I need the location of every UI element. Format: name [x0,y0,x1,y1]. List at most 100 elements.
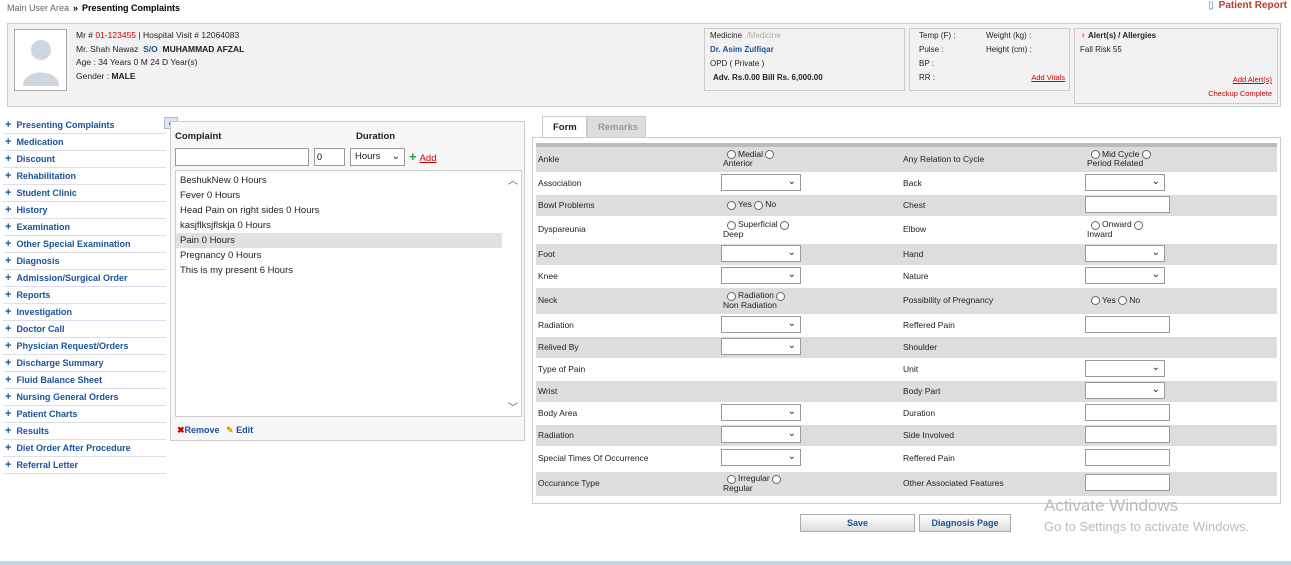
radio-button[interactable] [1091,296,1100,306]
add-alert-link[interactable]: Add Alert(s) [1233,73,1272,87]
list-item-selected[interactable]: Pain 0 Hours [176,233,502,248]
radio-button[interactable] [1141,150,1151,160]
side-involved-label: Side Involved [901,424,1083,447]
radio-button[interactable] [765,150,775,160]
bowl-radio-group[interactable]: Yes No [719,194,901,217]
list-item[interactable]: Fever 0 Hours [176,188,502,203]
edit-button[interactable]: ✎ Edit [226,425,253,436]
duration-input[interactable] [314,148,345,166]
sidebar-item-physician-request[interactable]: + Physician Request/Orders [3,338,166,355]
other-features-input[interactable] [1085,474,1170,491]
sidebar-item-discount[interactable]: + Discount [3,151,166,168]
foot-select[interactable]: ⌄ [721,244,801,262]
add-complaint-button[interactable]: + Add [409,149,437,164]
sidebar-item-referral-letter[interactable]: + Referral Letter [3,457,166,474]
complaint-input[interactable] [175,148,309,166]
sidebar-item-doctor-call[interactable]: + Doctor Call [3,321,166,338]
sidebar-item-medication[interactable]: + Medication [3,134,166,151]
radio-button[interactable] [727,200,736,210]
list-item[interactable]: Head Pain on right sides 0 Hours [176,203,502,218]
body-part-select[interactable]: ⌄ [1085,381,1165,399]
special-times-select[interactable]: ⌄ [721,449,801,466]
sidebar-item-rehabilitation[interactable]: + Rehabilitation [3,168,166,185]
radio-button[interactable] [772,474,782,484]
sidebar-item-reports[interactable]: + Reports [3,287,166,304]
ankle-radio-group[interactable]: Medial Anterior [719,145,901,173]
sidebar-item-history[interactable]: + History [3,202,166,219]
chevron-down-icon: ⌄ [787,405,796,417]
neck-radio-group[interactable]: Radiation Non Radiation [719,287,901,315]
complaint-label: Complaint [175,131,222,142]
elbow-radio-group[interactable]: Onward Inward [1083,216,1277,244]
reffered-pain-2-input[interactable] [1085,449,1170,466]
chevron-up-icon[interactable]: ︿ [508,172,518,187]
radiation-2-label: Radiation [536,424,719,447]
save-button[interactable]: Save [800,514,915,532]
tab-remarks[interactable]: Remarks [587,116,646,137]
dyspareunia-radio-group[interactable]: Superficial Deep [719,216,901,244]
radio-button[interactable] [776,291,786,301]
radio-button[interactable] [780,220,790,230]
plus-icon: + [5,408,12,420]
duration-field-input[interactable] [1085,403,1170,421]
radio-button[interactable] [1134,220,1144,230]
complaint-list[interactable]: BeshukNew 0 Hours Fever 0 Hours Head Pai… [175,170,522,417]
patient-info: Mr # 01-123455 | Hospital Visit # 120640… [76,29,244,83]
sidebar-item-patient-charts[interactable]: + Patient Charts [3,406,166,423]
sidebar-item-student-clinic[interactable]: + Student Clinic [3,185,166,202]
association-select[interactable]: ⌄ [721,173,801,191]
pregnancy-radio-group[interactable]: Yes No [1083,287,1277,315]
sidebar-item-examination[interactable]: + Examination [3,219,166,236]
temp-label: Temp (F) : [919,31,956,40]
list-item[interactable]: Pregnancy 0 Hours [176,248,502,263]
reffered-pain-label: Reffered Pain [901,314,1083,337]
back-select[interactable]: ⌄ [1085,173,1165,191]
unit-select[interactable]: ⌄ [1085,359,1165,377]
duration-unit-select[interactable]: Hours ⌄ [350,148,405,166]
person-silhouette-icon [22,40,59,86]
sidebar-item-fluid-balance[interactable]: + Fluid Balance Sheet [3,372,166,389]
chevron-down-icon[interactable]: ﹀ [508,399,518,414]
sidebar-item-admission[interactable]: + Admission/Surgical Order [3,270,166,287]
sidebar-item-presenting-complaints[interactable]: + Presenting Complaints [3,117,166,134]
list-item[interactable]: kasjflksjflskja 0 Hours [176,218,502,233]
sidebar-item-other-special-examination[interactable]: + Other Special Examination [3,236,166,253]
sidebar-item-nursing-orders[interactable]: + Nursing General Orders [3,389,166,406]
body-area-select[interactable]: ⌄ [721,403,801,421]
sidebar-item-discharge-summary[interactable]: + Discharge Summary [3,355,166,372]
chest-input[interactable] [1085,195,1170,213]
diagnosis-page-button[interactable]: Diagnosis Page [919,514,1011,532]
patient-name: Mr. Shah Nawaz [76,43,139,54]
knee-select[interactable]: ⌄ [721,266,801,284]
occurance-radio-group[interactable]: Irregular Regular [719,471,901,497]
nature-select[interactable]: ⌄ [1085,266,1165,284]
radiation-select[interactable]: ⌄ [721,315,801,333]
sidebar-item-results[interactable]: + Results [3,423,166,440]
sidebar-item-diagnosis[interactable]: + Diagnosis [3,253,166,270]
sidebar-item-label: Discount [16,154,55,164]
side-involved-input[interactable] [1085,425,1170,443]
relived-by-select[interactable]: ⌄ [721,337,801,355]
breadcrumb-parent[interactable]: Main User Area [7,3,69,13]
radio-button[interactable] [1118,296,1128,306]
list-item[interactable]: This is my present 6 Hours [176,263,502,278]
radiation-2-select[interactable]: ⌄ [721,425,801,443]
tab-form[interactable]: Form [542,116,587,137]
scrollbar[interactable]: ︿ ﹀ [504,171,521,416]
remove-button[interactable]: ✖Remove [177,425,220,436]
neck-label: Neck [536,287,719,315]
sidebar-item-diet-order[interactable]: + Diet Order After Procedure [3,440,166,457]
add-vitals-link[interactable]: Add Vitals [1031,71,1065,85]
list-item[interactable]: BeshukNew 0 Hours [176,173,502,188]
patient-report-link[interactable]: ▯ Patient Report [1208,0,1287,11]
radio-label: Superficial [738,219,778,230]
sidebar-item-label: Diagnosis [16,256,60,266]
plus-icon: + [5,272,12,284]
sidebar-item-investigation[interactable]: + Investigation [3,304,166,321]
chevron-down-icon: ⌄ [787,339,796,351]
relation-radio-group[interactable]: Mid Cycle Period Related [1083,145,1277,173]
radio-button[interactable] [754,200,764,210]
reffered-pain-input[interactable] [1085,315,1170,333]
hand-select[interactable]: ⌄ [1085,244,1165,262]
sidebar-item-label: Nursing General Orders [16,392,119,402]
